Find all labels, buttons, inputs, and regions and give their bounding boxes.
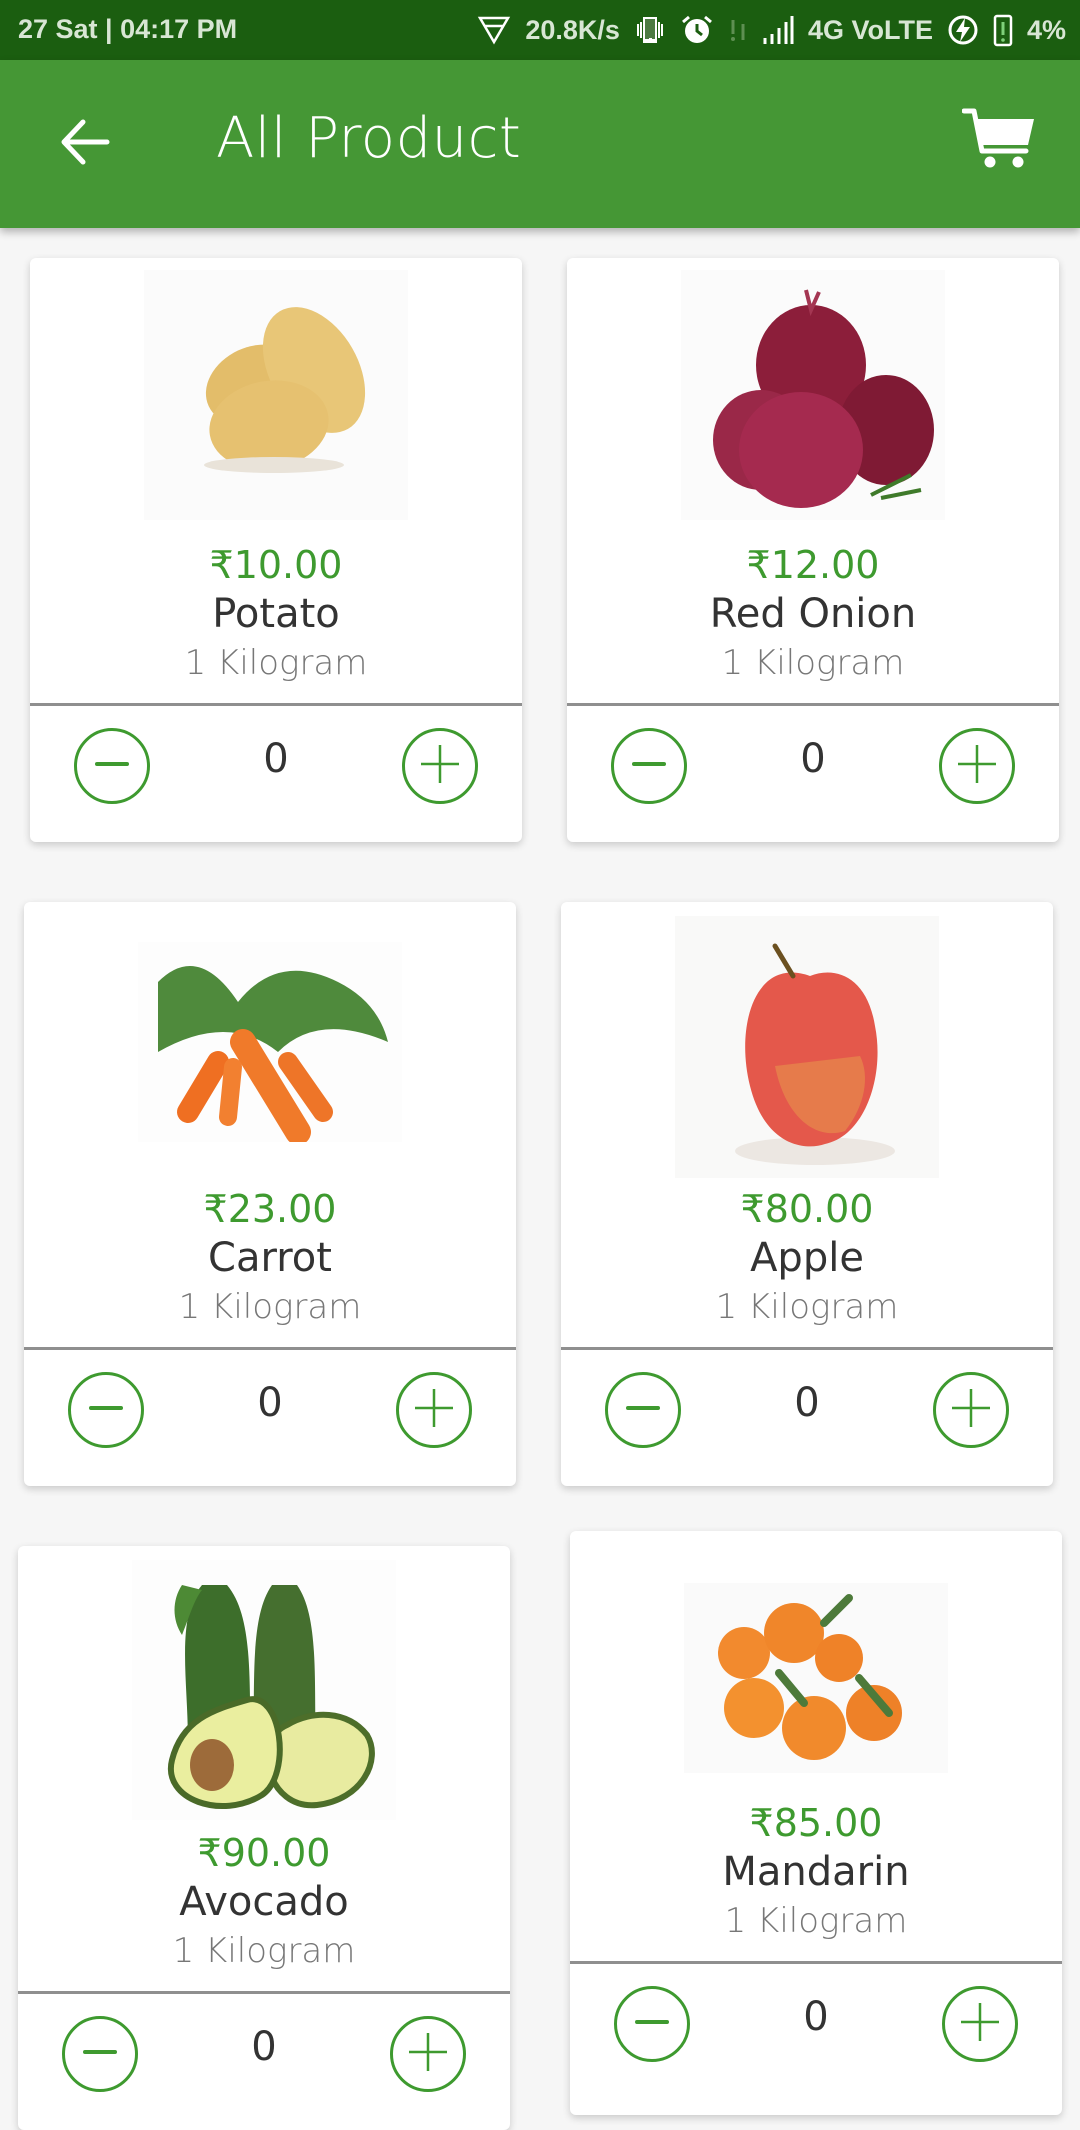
product-name: Carrot <box>208 1235 332 1281</box>
product-name: Red Onion <box>709 591 917 637</box>
product-price: ₹80.00 <box>740 1187 874 1231</box>
status-datetime: 27 Sat | 04:17 PM <box>18 14 238 44</box>
quantity-stepper: 0 <box>24 1350 516 1460</box>
back-button[interactable] <box>50 113 120 175</box>
battery-percent: 4% <box>1026 14 1066 45</box>
quantity-stepper: 0 <box>567 706 1059 816</box>
increase-button[interactable] <box>402 728 478 804</box>
increase-button[interactable] <box>933 1372 1009 1448</box>
product-name: Mandarin <box>722 1849 910 1895</box>
potato-image <box>144 270 408 520</box>
product-name: Avocado <box>179 1879 349 1925</box>
product-card[interactable]: ₹90.00 Avocado 1 Kilogram 0 <box>18 1546 510 2130</box>
no-sim-icon <box>728 14 748 46</box>
page-title: All Product <box>216 106 522 171</box>
plus-icon <box>408 2032 448 2077</box>
net-speed: 20.8K/s <box>525 14 620 45</box>
product-card[interactable]: ₹80.00 Apple 1 Kilogram 0 <box>561 902 1053 1486</box>
product-card[interactable]: ₹23.00 Carrot 1 Kilogram 0 <box>24 902 516 1486</box>
cart-button[interactable] <box>960 106 1040 176</box>
alarm-icon <box>680 14 714 46</box>
shopping-cart-icon <box>961 107 1038 176</box>
product-unit: 1 Kilogram <box>721 643 905 683</box>
product-unit: 1 Kilogram <box>184 643 368 683</box>
increase-button[interactable] <box>396 1372 472 1448</box>
carrot-image <box>138 942 402 1192</box>
product-unit: 1 Kilogram <box>724 1901 908 1941</box>
product-grid: ₹10.00 Potato 1 Kilogram 0 ₹12.00 Red On… <box>0 228 1080 2130</box>
increase-button[interactable] <box>390 2016 466 2092</box>
quantity-stepper: 0 <box>570 1964 1062 2074</box>
quantity-stepper: 0 <box>30 706 522 816</box>
status-icons: 20.8K/s 4G VoLTE 4% <box>477 10 1066 50</box>
product-price: ₹10.00 <box>209 543 343 587</box>
plus-icon <box>420 744 460 789</box>
product-card[interactable]: ₹85.00 Mandarin 1 Kilogram 0 <box>570 1531 1062 2115</box>
arrow-left-icon <box>59 118 111 171</box>
product-price: ₹85.00 <box>749 1801 883 1845</box>
product-price: ₹12.00 <box>746 543 880 587</box>
vpn-triangle-icon <box>477 14 511 46</box>
status-bar: 27 Sat | 04:17 PM 20.8K/s 4G VoLTE 4% <box>0 0 1080 60</box>
vibrate-icon <box>634 14 666 46</box>
plus-icon <box>957 744 997 789</box>
signal-icon <box>762 14 794 46</box>
plus-icon <box>951 1388 991 1433</box>
product-price: ₹23.00 <box>203 1187 337 1231</box>
charging-icon <box>947 14 979 46</box>
app-bar: All Product <box>0 60 1080 228</box>
product-unit: 1 Kilogram <box>172 1931 356 1971</box>
product-price: ₹90.00 <box>197 1831 331 1875</box>
avocado-image <box>132 1560 396 1820</box>
red-onion-image <box>681 270 945 520</box>
product-unit: 1 Kilogram <box>715 1287 899 1327</box>
quantity-stepper: 0 <box>561 1350 1053 1460</box>
network-type: 4G VoLTE <box>807 14 933 45</box>
product-unit: 1 Kilogram <box>178 1287 362 1327</box>
increase-button[interactable] <box>939 728 1015 804</box>
battery-icon <box>993 13 1013 47</box>
plus-icon <box>960 2002 1000 2047</box>
plus-icon <box>414 1388 454 1433</box>
product-card[interactable]: ₹12.00 Red Onion 1 Kilogram 0 <box>567 258 1059 842</box>
apple-image <box>675 916 939 1178</box>
mandarin-image <box>684 1583 948 1833</box>
increase-button[interactable] <box>942 1986 1018 2062</box>
quantity-stepper: 0 <box>18 1994 510 2104</box>
product-name: Apple <box>750 1235 864 1281</box>
product-name: Potato <box>212 591 340 637</box>
product-card[interactable]: ₹10.00 Potato 1 Kilogram 0 <box>30 258 522 842</box>
